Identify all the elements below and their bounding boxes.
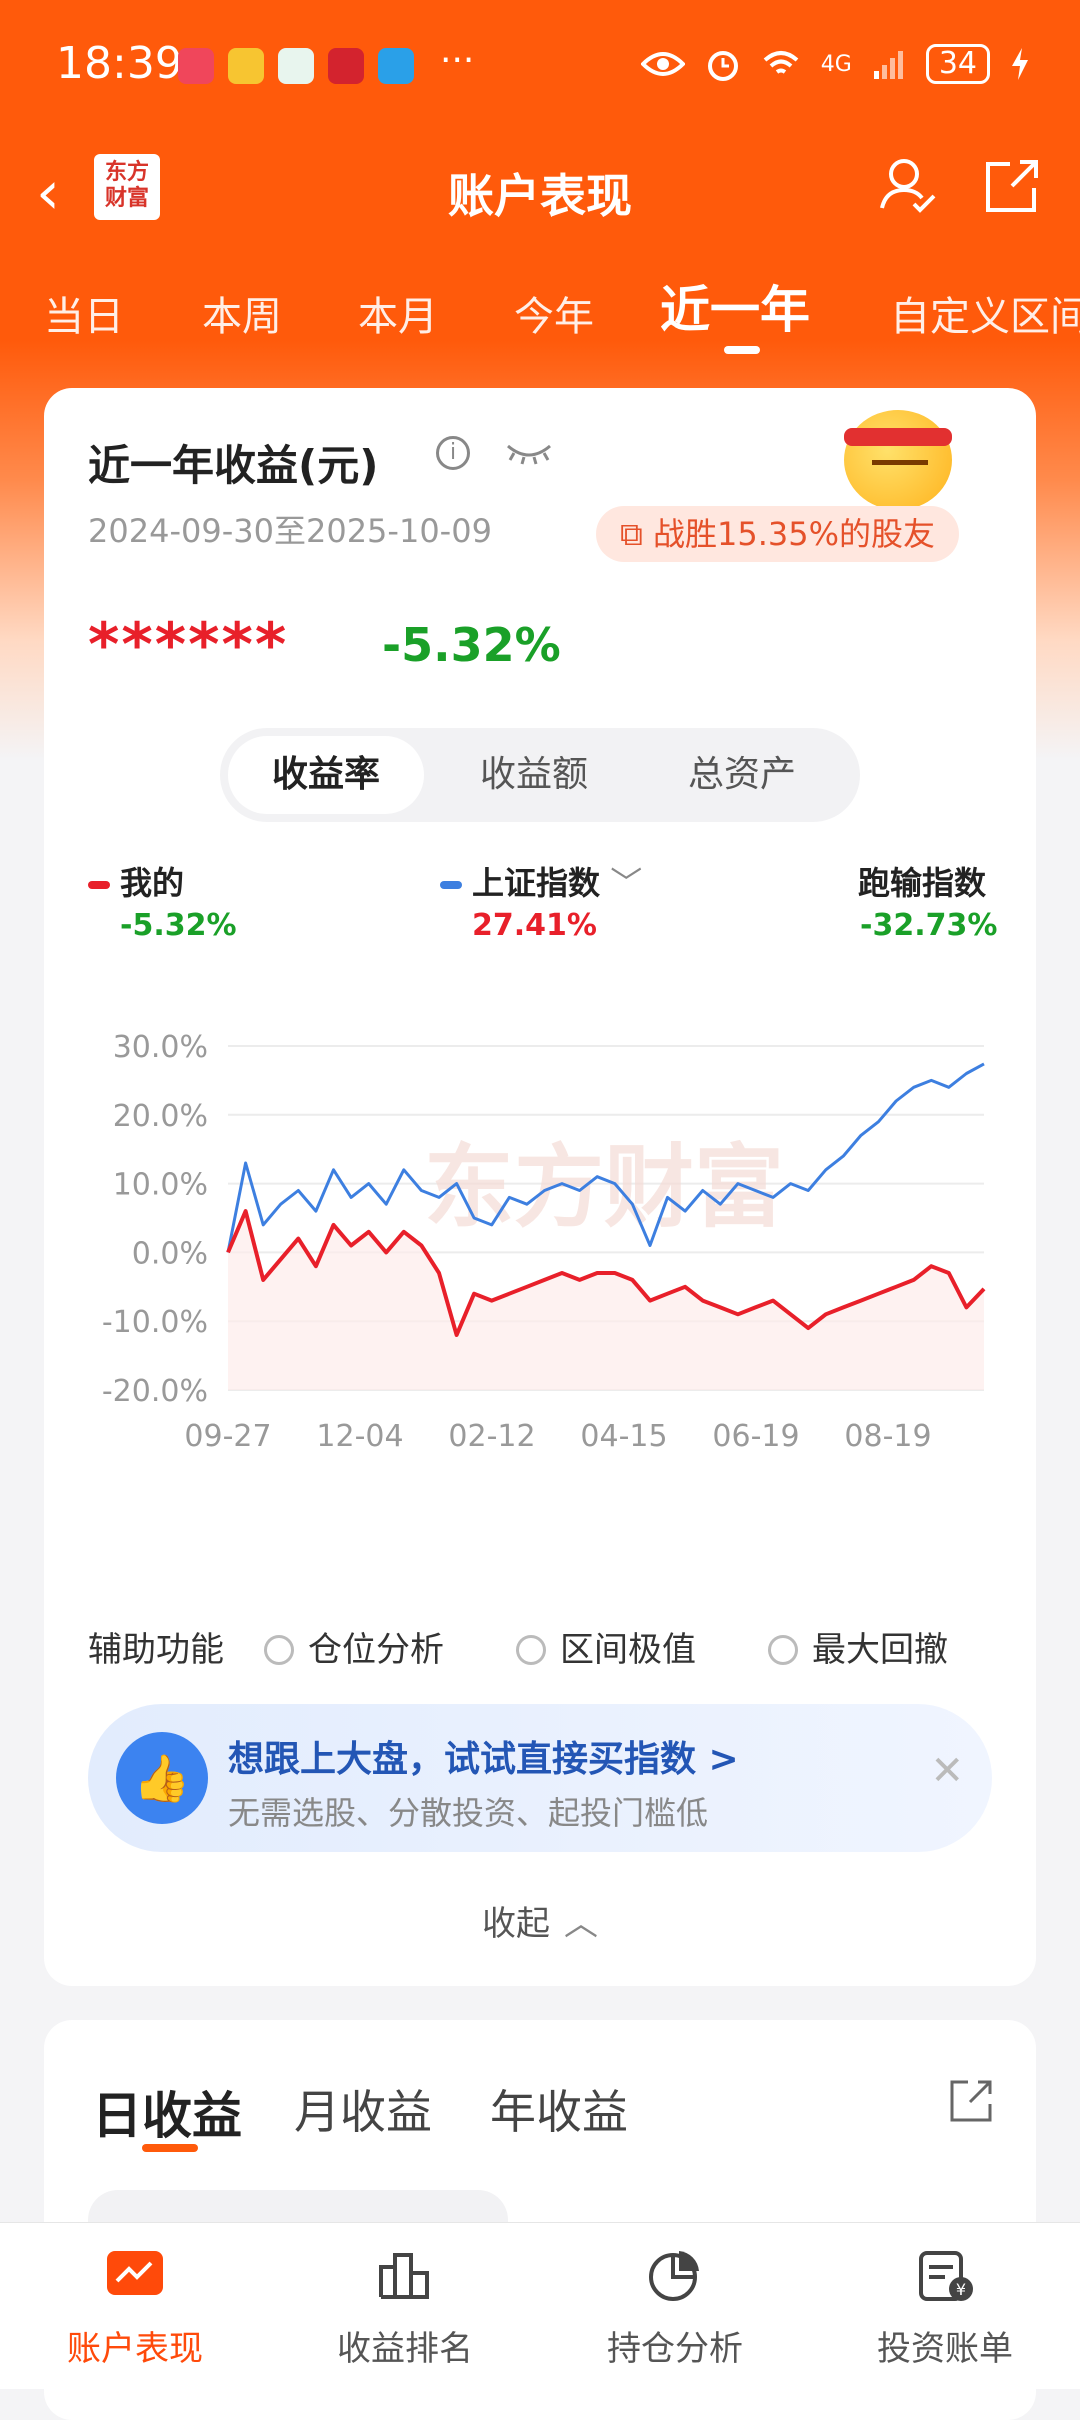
return-line-chart[interactable]: 30.0% 20.0% 10.0% 0.0% -10.0% -20.0% 09-27 12-0… (44, 968, 1036, 1488)
bottom-tab-bill-label: 投资账单 (877, 2329, 1013, 2369)
user-check-icon[interactable] (876, 154, 940, 218)
segment-total-assets[interactable]: 总资产 (644, 728, 840, 822)
x-tick-label: 08-19 (844, 1419, 931, 1454)
x-tick-label: 12-04 (316, 1419, 403, 1454)
wifi-icon (763, 51, 799, 74)
bill-icon: ¥ (919, 2251, 973, 2301)
more-notifications-icon: ··· (440, 40, 475, 81)
legend-mine-label: 我的 (120, 864, 185, 902)
legend-underperform: 跑输指数 (858, 864, 987, 902)
bottom-tab-bill[interactable]: ¥ 投资账单 (810, 2247, 1080, 2370)
y-tick-label: 0.0% (132, 1236, 208, 1271)
x-tick-label: 06-19 (712, 1419, 799, 1454)
bottom-tab-holdings-label: 持仓分析 (607, 2329, 743, 2369)
home-app-icon (278, 48, 314, 84)
return-percent: -5.32% (382, 618, 561, 672)
browser-app-icon (378, 48, 414, 84)
collapse-button[interactable]: 收起 ︿ (44, 1896, 1036, 1945)
legend-underperform-value: -32.73% (860, 908, 998, 943)
promo-subtitle: 无需选股、分散投资、起投门槛低 (228, 1794, 709, 1832)
signal-4g-icon: 4G (820, 51, 852, 77)
collapse-label: 收起 (482, 1904, 550, 1944)
nav-bar: ‹ 东方 财富 账户表现 (0, 140, 1080, 240)
status-bar: 18:39 ··· 4G 34 (0, 0, 1080, 130)
earnings-tab-indicator (142, 2144, 198, 2152)
tab-daily-earnings[interactable]: 日收益 (92, 2076, 242, 2148)
tab-week[interactable]: 本周 (202, 284, 282, 342)
tab-ytd[interactable]: 今年 (514, 284, 594, 342)
status-time: 18:39 (56, 38, 183, 89)
close-icon[interactable]: ✕ (930, 1748, 964, 1794)
legend-dot-blue (440, 881, 462, 889)
bottom-nav: 账户表现 收益排名 持仓分析 ¥ 投资账单 (0, 2222, 1080, 2389)
radio-position-analysis[interactable]: 仓位分析 (264, 1622, 444, 1671)
legend-mine-value: -5.32% (120, 908, 237, 943)
info-icon[interactable]: i (436, 436, 470, 470)
watermark-text: 东方财富 (424, 1135, 784, 1240)
weibo-app-icon (228, 48, 264, 84)
index-promo-banner[interactable]: 👍 想跟上大盘，试试直接买指数 > 无需选股、分散投资、起投门槛低 ✕ (88, 1704, 992, 1852)
segment-return-amount[interactable]: 收益额 (436, 728, 632, 822)
y-tick-label: 30.0% (113, 1030, 208, 1065)
tab-today[interactable]: 当日 (44, 284, 124, 342)
radio-range-extremes[interactable]: 区间极值 (516, 1622, 696, 1671)
bottom-tab-account[interactable]: 账户表现 (0, 2247, 270, 2370)
pie-chart-icon (649, 2251, 699, 2301)
tab-yearly-earnings[interactable]: 年收益 (490, 2076, 628, 2142)
x-tick-label: 09-27 (184, 1419, 271, 1454)
beat-users-text: 战胜15.35%的股友 (653, 515, 936, 553)
eye-icon (640, 52, 685, 76)
y-tick-label: 20.0% (113, 1099, 208, 1134)
aux-label: 辅助功能 (88, 1630, 224, 1670)
svg-text:¥: ¥ (956, 2280, 966, 2299)
mascot-emoji-icon (844, 410, 952, 510)
metric-segment: 收益率 收益额 总资产 (220, 728, 860, 822)
legend-mine: 我的 (88, 858, 184, 904)
signal-bars-icon (873, 51, 903, 79)
bottom-tab-holdings[interactable]: 持仓分析 (540, 2247, 810, 2370)
tab-monthly-earnings[interactable]: 月收益 (294, 2076, 432, 2142)
bottom-tab-ranking-label: 收益排名 (337, 2329, 473, 2369)
thumbs-up-icon: 👍 (116, 1732, 208, 1824)
alarm-icon (707, 51, 738, 81)
share-small-icon: ⧉ (620, 515, 654, 553)
legend-index-label: 上证指数 (472, 864, 601, 902)
masked-amount: ****** (88, 610, 289, 680)
period-tabs: 当日 本周 本月 今年 近一年 自定义区间 (0, 270, 1080, 360)
tab-indicator (724, 346, 760, 354)
chart-card-icon (107, 2251, 163, 2295)
notification-icons (178, 48, 414, 84)
y-tick-label: -20.0% (102, 1374, 208, 1409)
status-right: 4G 34 (640, 44, 1030, 84)
bottom-tab-account-label: 账户表现 (67, 2329, 203, 2369)
chevron-up-icon: ︿ (564, 1904, 598, 1944)
radio-max-drawdown[interactable]: 最大回撤 (768, 1622, 948, 1671)
tab-one-year[interactable]: 近一年 (660, 270, 810, 342)
legend-index[interactable]: 上证指数 ﹀ (440, 858, 642, 904)
battery-level: 34 (925, 44, 990, 84)
share-icon[interactable] (980, 154, 1044, 218)
bar-chart-icon (379, 2253, 429, 2299)
y-tick-label: 10.0% (113, 1168, 208, 1203)
share-icon[interactable] (946, 2076, 996, 2126)
segment-return-rate[interactable]: 收益率 (228, 736, 424, 814)
performance-card: 近一年收益(元) i 2024-09-30至2025-10-09 ⧉ 战胜15.… (44, 388, 1036, 1986)
legend-dot-red (88, 881, 110, 889)
y-tick-label: -10.0% (102, 1305, 208, 1340)
x-tick-label: 04-15 (580, 1419, 667, 1454)
chevron-down-icon: ﹀ (600, 864, 643, 902)
promo-title[interactable]: 想跟上大盘，试试直接买指数 > (228, 1730, 739, 1782)
bottom-tab-ranking[interactable]: 收益排名 (270, 2247, 540, 2370)
card-title: 近一年收益(元) (88, 441, 379, 490)
date-range: 2024-09-30至2025-10-09 (88, 512, 492, 550)
huawei-app-icon (178, 48, 214, 84)
tab-month[interactable]: 本月 (358, 284, 438, 342)
hide-eye-icon[interactable] (504, 440, 554, 466)
tab-custom[interactable]: 自定义区间 (890, 284, 1080, 342)
stock-app-icon (328, 48, 364, 84)
x-tick-label: 02-12 (448, 1419, 535, 1454)
charging-icon (1012, 48, 1028, 80)
beat-users-badge[interactable]: ⧉ 战胜15.35%的股友 (596, 506, 960, 562)
legend-index-value: 27.41% (472, 908, 597, 943)
